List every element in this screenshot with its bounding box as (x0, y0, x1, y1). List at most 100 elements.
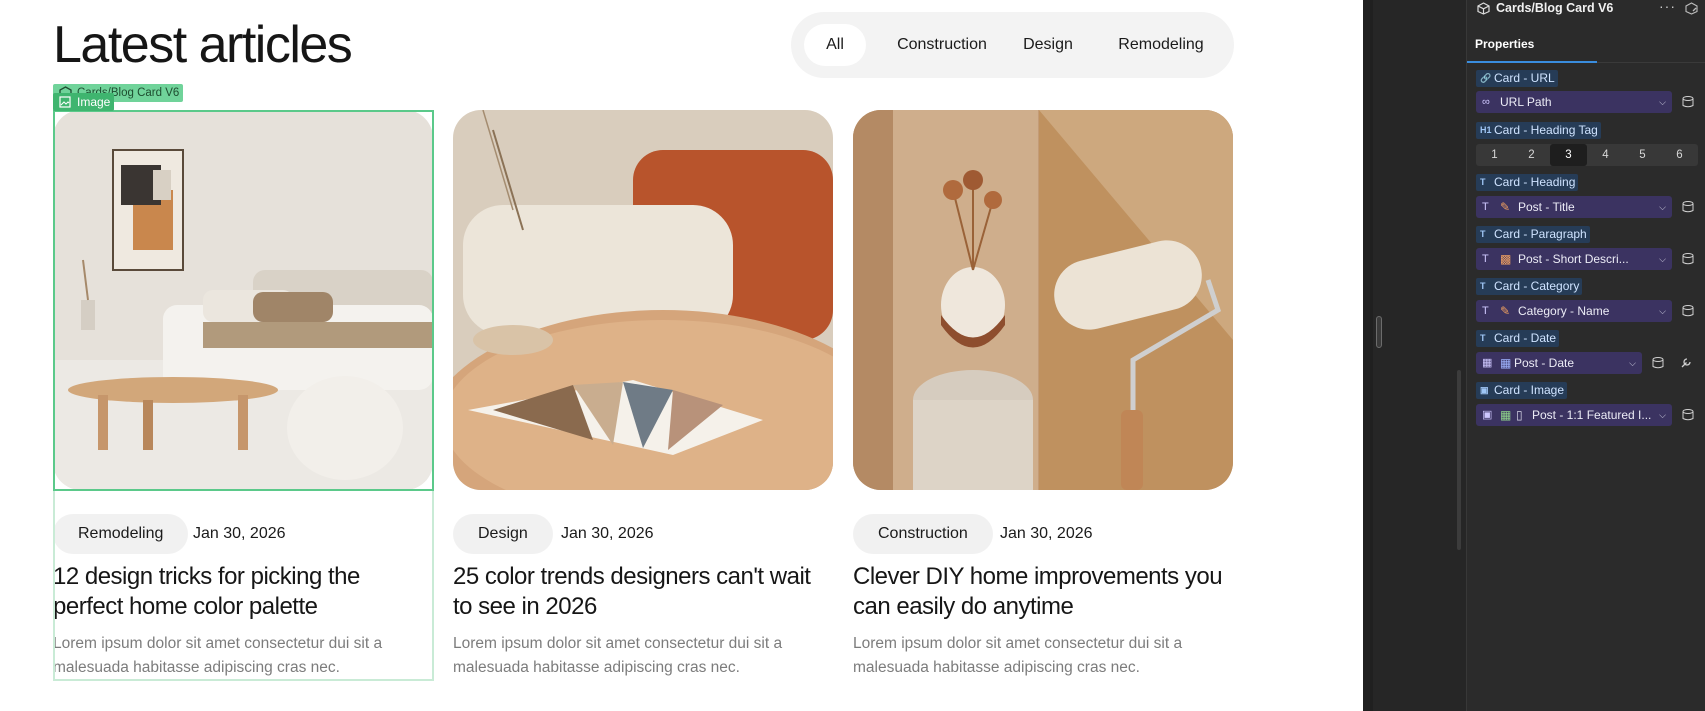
heading-tag-option[interactable]: 2 (1513, 144, 1550, 166)
wrench-button[interactable] (1677, 352, 1695, 374)
blog-card[interactable]: Design Jan 30, 2026 25 color trends desi… (453, 110, 833, 680)
heading-tag-option[interactable]: 4 (1587, 144, 1624, 166)
text-icon: T (1480, 177, 1486, 187)
card-heading: Clever DIY home improvements you can eas… (853, 563, 1223, 620)
text-icon: T (1480, 281, 1486, 291)
panel-spacer (1373, 0, 1466, 711)
link-icon: 🔗 (1480, 73, 1492, 83)
bind-data-button[interactable] (1649, 352, 1667, 374)
image-icon: ▣ (1480, 385, 1489, 395)
card-date: Jan 30, 2026 (193, 525, 286, 542)
heading-tag-option-selected[interactable]: 3 (1550, 144, 1587, 166)
text-icon: T (1482, 253, 1489, 265)
panel-tabs: Properties (1467, 30, 1705, 63)
card-date: Jan 30, 2026 (1000, 525, 1093, 542)
database-icon (1652, 357, 1664, 369)
blog-card[interactable]: Construction Jan 30, 2026 Clever DIY hom… (853, 110, 1233, 680)
card-heading: 12 design tricks for picking the perfect… (53, 563, 360, 620)
filter-design[interactable]: Design (1013, 24, 1083, 66)
document-icon: ▯ (1516, 408, 1523, 422)
card-heading: 25 color trends designers can't wait to … (453, 563, 811, 620)
canvas-panel-divider (1363, 0, 1373, 711)
chevron-down-icon: ⌵ (1659, 410, 1666, 420)
bind-data-button[interactable] (1679, 91, 1697, 113)
active-tab-indicator (1467, 61, 1597, 63)
text-icon: T (1480, 333, 1486, 343)
heading-tag-selector: 1 2 3 4 5 6 (1476, 144, 1698, 166)
category-badge: Design (453, 514, 553, 554)
bind-data-button[interactable] (1679, 404, 1697, 426)
blog-card[interactable]: Remodeling Jan 30, 2026 12 design tricks… (53, 110, 433, 680)
card-image-paint-roller[interactable] (853, 110, 1233, 490)
card-paragraph: Lorem ipsum dolor sit amet consectetur d… (453, 635, 783, 676)
bind-data-button[interactable] (1679, 248, 1697, 270)
image-icon (59, 96, 71, 108)
heading-tag-option[interactable]: 1 (1476, 144, 1513, 166)
filter-construction[interactable]: Construction (880, 24, 1004, 66)
card-date: Jan 30, 2026 (561, 525, 654, 542)
design-canvas[interactable]: Latest articles All Construction Design … (0, 0, 1363, 711)
url-field[interactable]: ∞ URL Path ⌵ (1476, 91, 1672, 113)
prop-label-url: 🔗 Card - URL (1476, 70, 1558, 87)
bind-data-button[interactable] (1679, 300, 1697, 322)
tab-properties[interactable]: Properties (1475, 37, 1534, 51)
panel-resize-handle[interactable] (1376, 316, 1382, 348)
image-field[interactable]: ▣ ▦ ▯ Post - 1:1 Featured I... ⌵ (1476, 404, 1672, 426)
card-image-palette[interactable] (453, 110, 833, 490)
page-title: Latest articles (53, 16, 353, 74)
database-icon (1682, 96, 1694, 108)
chevron-down-icon: ⌵ (1659, 306, 1666, 316)
image-selection-tag[interactable]: Image (53, 93, 115, 111)
filter-remodeling[interactable]: Remodeling (1098, 24, 1224, 66)
panel-header: Cards/Blog Card V6 ··· (1467, 0, 1705, 20)
prop-label-heading: T Card - Heading (1476, 174, 1579, 191)
component-name: Cards/Blog Card V6 (1496, 1, 1614, 15)
more-options-button[interactable]: ··· (1659, 0, 1676, 14)
prop-label-image: ▣ Card - Image (1476, 382, 1568, 399)
pencil-icon: ✎ (1500, 200, 1511, 214)
category-badge: Remodeling (53, 514, 189, 554)
prop-label-date: T Card - Date (1476, 330, 1560, 347)
database-icon (1682, 305, 1694, 317)
chevron-down-icon: ⌵ (1659, 202, 1666, 212)
filter-all[interactable]: All (804, 24, 866, 66)
document-icon: ▩ (1500, 252, 1512, 266)
category-field[interactable]: T ✎ Category - Name ⌵ (1476, 300, 1672, 322)
chevron-down-icon: ⌵ (1659, 97, 1666, 107)
text-icon: T (1482, 201, 1489, 213)
prop-label-paragraph: T Card - Paragraph (1476, 226, 1590, 243)
paragraph-field[interactable]: T ▩ Post - Short Descri... ⌵ (1476, 248, 1672, 270)
prop-label-heading-tag: H1 Card - Heading Tag (1476, 122, 1601, 139)
category-badge: Construction (853, 514, 993, 554)
bind-data-button[interactable] (1679, 196, 1697, 218)
date-field[interactable]: ▦ ▦ Post - Date ⌵ (1476, 352, 1642, 374)
wrench-icon (1681, 358, 1691, 368)
text-icon: T (1482, 305, 1489, 317)
edit-component-icon[interactable] (1685, 2, 1698, 15)
link-icon: ∞ (1482, 96, 1490, 108)
calendar-icon: ▦ (1482, 357, 1493, 369)
chevron-down-icon: ⌵ (1659, 254, 1666, 264)
card-image-bedroom[interactable] (53, 110, 433, 490)
database-icon (1682, 409, 1694, 421)
panel-scrollbar[interactable] (1457, 370, 1461, 550)
prop-label-category: T Card - Category (1476, 278, 1583, 295)
heading-field[interactable]: T ✎ Post - Title ⌵ (1476, 196, 1672, 218)
heading-tag-option[interactable]: 6 (1661, 144, 1698, 166)
chevron-down-icon: ⌵ (1629, 358, 1636, 368)
calendar-icon: ▦ (1500, 356, 1512, 370)
card-paragraph: Lorem ipsum dolor sit amet consectetur d… (53, 635, 383, 676)
properties-panel: Cards/Blog Card V6 ··· Properties 🔗 Card… (1466, 0, 1705, 711)
database-icon (1682, 201, 1694, 213)
pencil-icon: ✎ (1500, 304, 1511, 318)
heading-tag-icon: H1 (1480, 125, 1492, 135)
database-icon (1682, 253, 1694, 265)
heading-tag-option[interactable]: 5 (1624, 144, 1661, 166)
picture-icon: ▦ (1500, 408, 1512, 422)
image-tag-label: Image (77, 95, 111, 109)
card-paragraph: Lorem ipsum dolor sit amet consectetur d… (853, 635, 1183, 676)
component-icon (1477, 2, 1490, 15)
category-filter-bar: All Construction Design Remodeling (791, 12, 1234, 78)
image-icon: ▣ (1482, 409, 1493, 421)
text-icon: T (1480, 229, 1486, 239)
